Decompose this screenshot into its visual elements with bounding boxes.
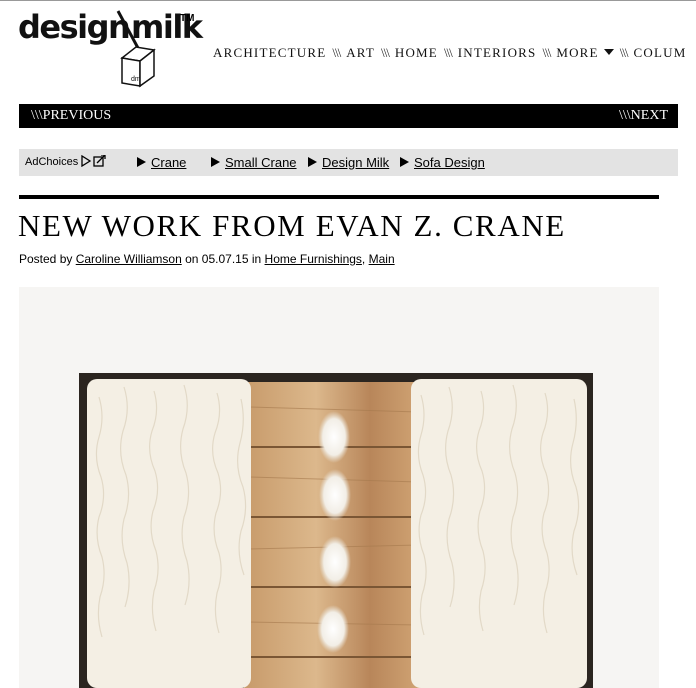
ad-link-crane[interactable]: Crane xyxy=(137,155,186,170)
play-triangle-icon xyxy=(308,157,317,167)
ad-link-design-milk[interactable]: Design Milk xyxy=(308,155,389,170)
nav-item-columns[interactable]: COLUM xyxy=(634,45,687,60)
dresser-illustration xyxy=(79,373,593,688)
play-triangle-icon xyxy=(137,157,146,167)
carton-label: dm xyxy=(131,76,141,83)
ad-links-bar: AdChoices Crane Small Crane Design Milk … xyxy=(19,149,678,176)
author-link[interactable]: Caroline Williamson xyxy=(76,252,182,266)
article-byline: Posted by Caroline Williamson on 05.07.1… xyxy=(19,252,395,266)
fur-pull-3 xyxy=(319,536,351,588)
previous-link[interactable]: \\\PREVIOUS xyxy=(31,108,111,124)
next-link[interactable]: \\\NEXT xyxy=(619,108,668,124)
ad-link-small-crane[interactable]: Small Crane xyxy=(211,155,297,170)
top-border xyxy=(0,0,696,1)
article-image[interactable] xyxy=(19,287,659,688)
section-rule xyxy=(19,195,659,199)
caret-down-icon xyxy=(603,49,614,55)
category-link-main[interactable]: Main xyxy=(369,252,395,266)
play-triangle-icon xyxy=(400,157,409,167)
post-date: 05.07.15 xyxy=(201,252,249,266)
ad-link-sofa-design[interactable]: Sofa Design xyxy=(400,155,485,170)
nav-item-architecture[interactable]: ARCHITECTURE xyxy=(213,45,326,60)
category-separator: , xyxy=(361,252,366,266)
ad-link-label: Crane xyxy=(151,155,187,170)
byline-prefix: Posted by xyxy=(19,252,73,266)
byline-on: on xyxy=(185,252,199,266)
byline-in: in xyxy=(251,252,262,266)
nav-item-home[interactable]: HOME xyxy=(395,45,438,60)
nav-separator: \\\ xyxy=(332,45,341,60)
nav-separator: \\\ xyxy=(381,45,390,60)
nav-separator: \\\ xyxy=(443,45,453,60)
play-triangle-icon xyxy=(211,157,220,167)
nav-separator: \\\ xyxy=(619,45,629,60)
adchoices-link[interactable]: AdChoices xyxy=(25,155,107,168)
design-milk-logo[interactable]: design milk TM dm xyxy=(18,8,208,90)
adchoices-label: AdChoices xyxy=(25,156,79,168)
ad-link-label: Sofa Design xyxy=(414,155,485,170)
nav-item-interiors[interactable]: INTERIORS xyxy=(458,45,537,60)
fur-pull-4 xyxy=(317,605,349,653)
prev-next-bar: \\\PREVIOUS \\\NEXT xyxy=(19,104,678,128)
fur-pull-1 xyxy=(318,411,350,463)
nav-separator: \\\ xyxy=(542,45,551,60)
nav-item-more[interactable]: MORE xyxy=(556,45,614,60)
nav-item-art[interactable]: ART xyxy=(346,45,375,60)
category-link-home-furnishings[interactable]: Home Furnishings xyxy=(265,252,362,266)
nav-item-more-label: MORE xyxy=(556,45,599,60)
adchoices-icon xyxy=(81,155,106,167)
right-fur-panel xyxy=(411,379,587,688)
ad-link-label: Design Milk xyxy=(322,155,390,170)
article-title: NEW WORK FROM EVAN Z. CRANE xyxy=(18,208,566,243)
milk-carton-icon: dm xyxy=(116,10,156,88)
left-fur-panel xyxy=(87,379,251,688)
main-nav: ARCHITECTURE \\\ ART \\\ HOME \\\ INTERIORS \\\… xyxy=(213,45,686,61)
fur-pull-2 xyxy=(319,469,351,521)
ad-link-label: Small Crane xyxy=(225,155,297,170)
